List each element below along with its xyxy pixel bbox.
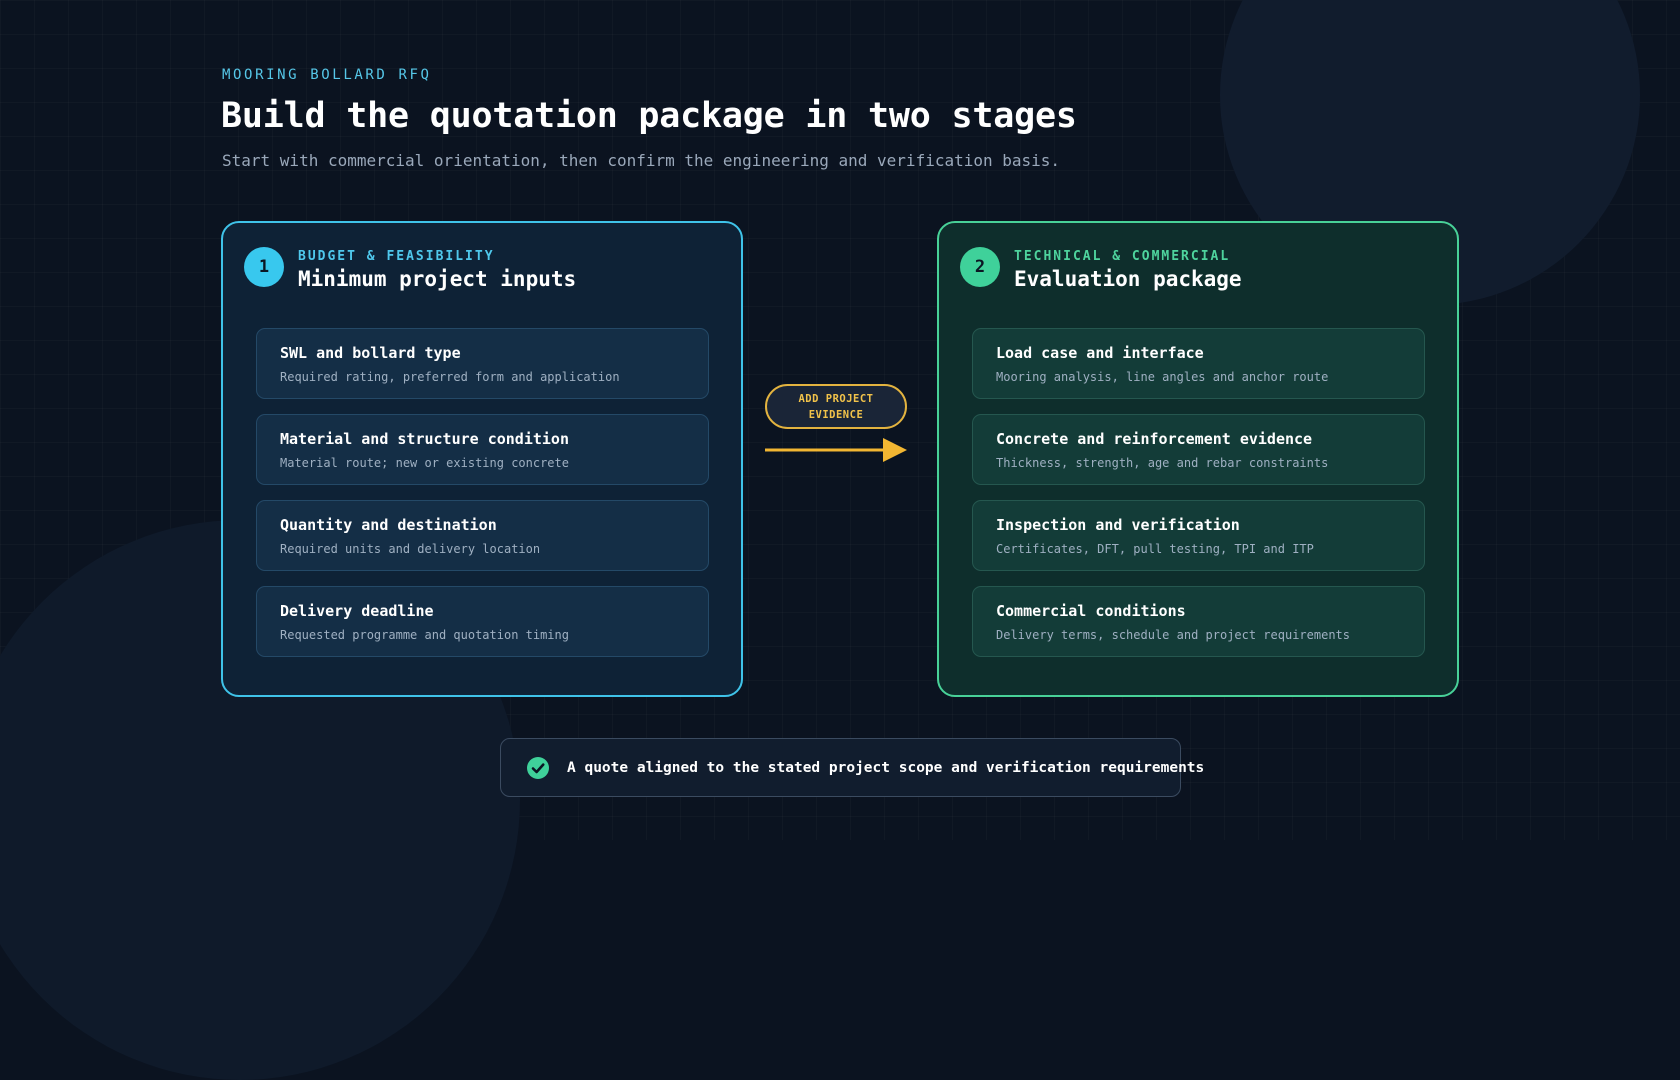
eyebrow-label: MOORING BOLLARD RFQ — [222, 67, 432, 83]
item-title: SWL and bollard type — [280, 344, 461, 362]
stage-item: Delivery deadline Requested programme an… — [256, 586, 709, 657]
stage-item-list: Load case and interface Mooring analysis… — [972, 328, 1425, 672]
stage-number-badge: 2 — [960, 247, 1000, 287]
connector-label: ADD PROJECT EVIDENCE — [765, 384, 907, 429]
check-circle-icon — [527, 756, 549, 779]
item-description: Required units and delivery location — [280, 542, 541, 556]
stage-card-budget: 1 BUDGET & FEASIBILITY Minimum project i… — [221, 221, 743, 697]
stage-item: SWL and bollard type Required rating, pr… — [256, 328, 709, 399]
stage-item: Load case and interface Mooring analysis… — [972, 328, 1425, 399]
item-title: Commercial conditions — [996, 602, 1186, 620]
stage-item: Concrete and reinforcement evidence Thic… — [972, 414, 1425, 485]
item-description: Requested programme and quotation timing — [280, 628, 569, 642]
item-description: Mooring analysis, line angles and anchor… — [996, 370, 1329, 384]
page-subtitle: Start with commercial orientation, then … — [222, 151, 1061, 170]
item-title: Inspection and verification — [996, 516, 1240, 534]
stage-title: Minimum project inputs — [298, 267, 577, 291]
item-description: Material route; new or existing concrete — [280, 456, 569, 470]
item-description: Delivery terms, schedule and project req… — [996, 628, 1351, 642]
stage-label: BUDGET & FEASIBILITY — [298, 249, 495, 264]
arrow-right-icon — [765, 438, 907, 462]
item-title: Concrete and reinforcement evidence — [996, 430, 1313, 448]
stage-item-list: SWL and bollard type Required rating, pr… — [256, 328, 709, 672]
stage-item: Commercial conditions Delivery terms, sc… — [972, 586, 1425, 657]
stage-item: Quantity and destination Required units … — [256, 500, 709, 571]
item-title: Load case and interface — [996, 344, 1204, 362]
item-title: Delivery deadline — [280, 602, 434, 620]
item-description: Certificates, DFT, pull testing, TPI and… — [996, 542, 1314, 556]
item-description: Required rating, preferred form and appl… — [280, 370, 620, 384]
page-title: Build the quotation package in two stage… — [221, 96, 1077, 136]
item-description: Thickness, strength, age and rebar const… — [996, 456, 1329, 470]
stage-title: Evaluation package — [1014, 267, 1242, 291]
outcome-banner: A quote aligned to the stated project sc… — [500, 738, 1204, 797]
item-title: Quantity and destination — [280, 516, 497, 534]
stage-item: Inspection and verification Certificates… — [972, 500, 1425, 571]
stage-label: TECHNICAL & COMMERCIAL — [1014, 249, 1231, 264]
stage-item: Material and structure condition Materia… — [256, 414, 709, 485]
item-title: Material and structure condition — [280, 430, 569, 448]
stage-card-technical: 2 TECHNICAL & COMMERCIAL Evaluation pack… — [937, 221, 1459, 697]
outcome-text: A quote aligned to the stated project sc… — [567, 759, 1205, 776]
stage-number-badge: 1 — [244, 247, 284, 287]
